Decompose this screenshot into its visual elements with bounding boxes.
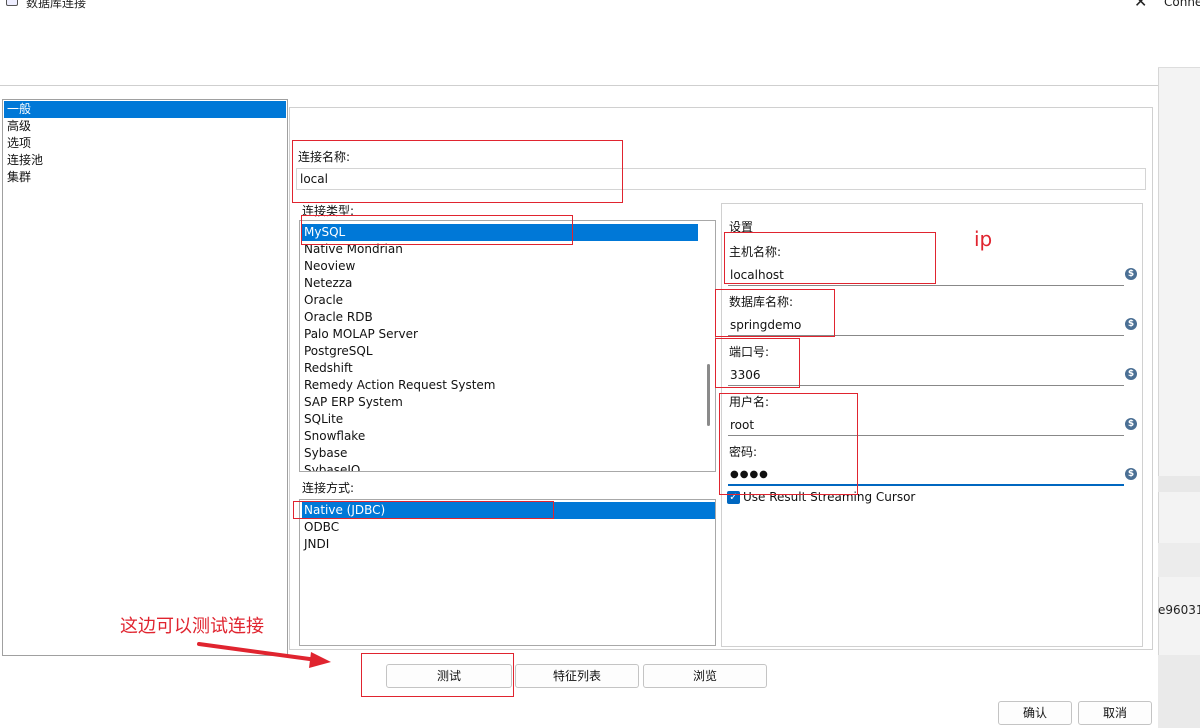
variable-icon[interactable]: $	[1125, 468, 1137, 480]
nav-item-general[interactable]: 一般	[4, 101, 286, 118]
list-item-type[interactable]: Remedy Action Request System	[302, 377, 698, 394]
ok-button[interactable]: 确认	[998, 701, 1072, 725]
password-input[interactable]: ●●●●	[728, 464, 1124, 486]
database-icon	[6, 0, 18, 6]
list-item-type[interactable]: Native Mondrian	[302, 241, 698, 258]
nav-item-cluster[interactable]: 集群	[4, 169, 286, 186]
window-title: 数据库连接	[26, 0, 87, 10]
connection-type-list[interactable]: MySQL Native Mondrian Neoview Netezza Or…	[299, 220, 716, 472]
password-label: 密码:	[729, 445, 758, 459]
connection-name-input[interactable]: local	[296, 168, 1146, 190]
background-window-header	[1158, 0, 1200, 68]
list-item-type[interactable]: Redshift	[302, 360, 698, 377]
port-label: 端口号:	[729, 345, 770, 359]
background-row	[1158, 476, 1200, 492]
host-label: 主机名称:	[729, 245, 782, 259]
background-window	[1158, 0, 1200, 728]
scrollbar-thumb[interactable]	[707, 364, 710, 426]
list-item-method[interactable]: JNDI	[302, 536, 715, 553]
close-icon[interactable]: ✕	[1134, 0, 1147, 11]
list-item-type[interactable]: Sybase	[302, 445, 698, 462]
background-window-text: Conne	[1164, 0, 1200, 9]
variable-icon[interactable]: $	[1125, 268, 1137, 280]
nav-item-advanced[interactable]: 高级	[4, 118, 286, 135]
username-label: 用户名:	[729, 395, 770, 409]
settings-category-nav: 一般 高级 选项 连接池 集群	[2, 99, 288, 656]
browse-button[interactable]: 浏览	[643, 664, 767, 688]
list-item-type[interactable]: Oracle RDB	[302, 309, 698, 326]
database-name-label: 数据库名称:	[729, 295, 794, 309]
list-item-type[interactable]: Neoview	[302, 258, 698, 275]
list-item-type[interactable]: MySQL	[302, 224, 698, 241]
list-item-type[interactable]: Netezza	[302, 275, 698, 292]
list-item-type[interactable]: SybaseIQ	[302, 462, 698, 471]
username-input[interactable]: root	[728, 414, 1124, 436]
variable-icon[interactable]: $	[1125, 318, 1137, 330]
cancel-button[interactable]: 取消	[1078, 701, 1152, 725]
nav-item-pooling[interactable]: 连接池	[4, 152, 286, 169]
type-list-scrollbar[interactable]	[702, 222, 715, 470]
list-item-type[interactable]: Palo MOLAP Server	[302, 326, 698, 343]
variable-icon[interactable]: $	[1125, 418, 1137, 430]
host-input[interactable]: localhost	[728, 264, 1124, 286]
nav-item-options[interactable]: 选项	[4, 135, 286, 152]
connection-method-label: 连接方式:	[302, 481, 355, 495]
list-item-type[interactable]: PostgreSQL	[302, 343, 698, 360]
connection-type-label: 连接类型:	[302, 204, 355, 218]
background-row	[1158, 543, 1200, 577]
connection-method-list[interactable]: Native (JDBC) ODBC JNDI	[299, 499, 716, 646]
list-item-method[interactable]: ODBC	[302, 519, 715, 536]
list-item-type[interactable]: Oracle	[302, 292, 698, 309]
streaming-cursor-checkbox[interactable]: ✓	[727, 491, 740, 504]
background-window-id-text: e96031	[1158, 603, 1200, 617]
streaming-cursor-label: Use Result Streaming Cursor	[743, 490, 916, 504]
port-input[interactable]: 3306	[728, 364, 1124, 386]
variable-icon[interactable]: $	[1125, 368, 1137, 380]
database-name-input[interactable]: springdemo	[728, 314, 1124, 336]
list-item-type[interactable]: SQLite	[302, 411, 698, 428]
connection-name-label: 连接名称:	[298, 150, 351, 164]
annotation-arrow-icon	[197, 642, 331, 668]
background-row	[1158, 655, 1200, 728]
settings-title: 设置	[729, 220, 754, 234]
list-item-type[interactable]: SAP ERP System	[302, 394, 698, 411]
feature-list-button[interactable]: 特征列表	[515, 664, 639, 688]
title-bar	[0, 0, 1158, 12]
list-item-method[interactable]: Native (JDBC)	[302, 502, 715, 519]
annotation-test-text: 这边可以测试连接	[120, 616, 264, 637]
test-button[interactable]: 测试	[386, 664, 512, 688]
list-item-type[interactable]: Snowflake	[302, 428, 698, 445]
header-divider	[0, 85, 1158, 86]
annotation-ip-text: ip	[974, 227, 993, 251]
